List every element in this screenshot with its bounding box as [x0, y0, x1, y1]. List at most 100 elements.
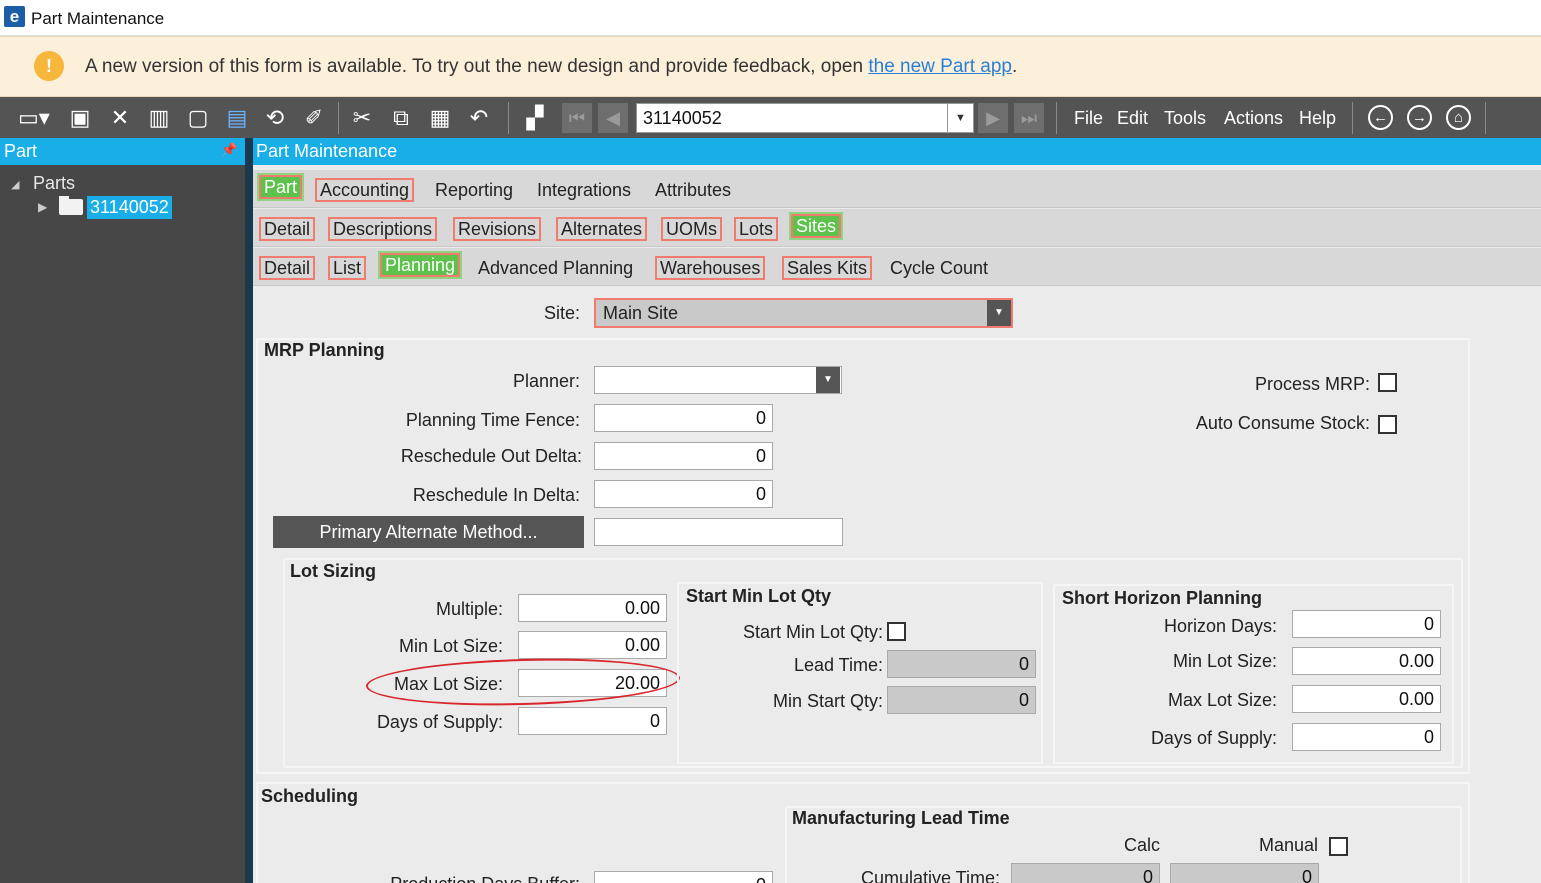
sh-max-lot-size-input[interactable]: 0.00 — [1292, 685, 1441, 713]
lead-time-label: Lead Time: — [793, 655, 883, 675]
process-mrp-checkbox[interactable] — [1378, 373, 1397, 392]
tab-part[interactable]: Part — [256, 173, 305, 201]
tab-uoms[interactable]: UOMs — [661, 217, 722, 241]
tab-row-2 — [253, 209, 1541, 247]
menu-tools[interactable]: Tools — [1164, 108, 1206, 129]
lot-days-of-supply-input[interactable]: 0 — [518, 707, 667, 735]
toolbar-separator — [1352, 102, 1353, 134]
banner-suffix: . — [1012, 56, 1018, 77]
reschedule-out-delta-label: Reschedule Out Delta: — [400, 446, 582, 466]
collapse-triangle-icon[interactable]: ◢ — [11, 178, 19, 191]
brush-icon[interactable]: ✐ — [300, 104, 328, 132]
start-min-lot-qty-checkbox[interactable] — [887, 622, 906, 641]
app-logo-icon: e — [4, 6, 25, 27]
toolbar-separator — [338, 102, 339, 134]
tab-cycle-count[interactable]: Cycle Count — [887, 256, 991, 280]
paste-icon[interactable]: ▦ — [426, 104, 454, 132]
new-part-app-link[interactable]: the new Part app — [868, 56, 1012, 77]
tab-alternates[interactable]: Alternates — [556, 217, 648, 241]
tree-panel — [0, 138, 245, 883]
multiple-label: Multiple: — [435, 599, 503, 619]
min-start-qty-input: 0 — [887, 686, 1036, 714]
menu-edit[interactable]: Edit — [1117, 108, 1148, 129]
reschedule-out-delta-input[interactable]: 0 — [594, 442, 773, 470]
planning-time-fence-input[interactable]: 0 — [594, 404, 773, 432]
tab-detail[interactable]: Detail — [259, 217, 316, 241]
toolbar-separator — [1056, 102, 1057, 134]
library-icon[interactable]: ▥ — [145, 104, 173, 132]
multiple-input[interactable]: 0.00 — [518, 594, 667, 622]
tab-descriptions[interactable]: Descriptions — [328, 217, 438, 241]
chevron-down-icon[interactable]: ▼ — [947, 104, 973, 132]
planner-combo[interactable] — [594, 366, 842, 394]
part-number-value: 31140052 — [643, 108, 722, 128]
tab-advanced-planning[interactable]: Advanced Planning — [475, 256, 636, 280]
min-lot-size-input[interactable]: 0.00 — [518, 631, 667, 659]
last-record-icon[interactable]: ⏭ — [1014, 103, 1044, 133]
process-mrp-label: Process MRP: — [1254, 374, 1370, 394]
delete-icon[interactable]: ✕ — [106, 104, 134, 132]
tree-node-selected-part[interactable]: 31140052 — [87, 196, 172, 219]
min-start-qty-label: Min Start Qty: — [772, 691, 883, 711]
save-icon[interactable]: ▣ — [66, 104, 94, 132]
manual-label: Manual — [1258, 835, 1318, 855]
panel-splitter[interactable] — [245, 138, 253, 883]
horizon-days-label: Horizon Days: — [1163, 616, 1277, 636]
site-value: Main Site — [603, 303, 679, 323]
chevron-down-icon[interactable]: ▼ — [987, 300, 1011, 326]
new-icon[interactable]: ▭▾ — [18, 104, 50, 132]
tab-sites[interactable]: Sites — [788, 212, 844, 240]
clear-icon[interactable]: ▢ — [184, 104, 212, 132]
toolbar-separator — [1485, 102, 1486, 134]
tab-lots[interactable]: Lots — [734, 217, 779, 241]
tab-site-list[interactable]: List — [328, 256, 367, 280]
manufacturing-lead-time-title: Manufacturing Lead Time — [792, 808, 1010, 828]
cut-icon[interactable]: ✂ — [348, 104, 376, 132]
mrp-planning-title: MRP Planning — [264, 340, 385, 360]
main-panel-title: Part Maintenance — [256, 141, 398, 161]
tab-attributes[interactable]: Attributes — [652, 178, 734, 202]
primary-alternate-method-input[interactable] — [594, 518, 843, 546]
sh-days-of-supply-input[interactable]: 0 — [1292, 723, 1441, 751]
home-icon[interactable]: ⌂ — [1446, 105, 1471, 130]
sh-max-lot-size-label: Max Lot Size: — [1167, 690, 1277, 710]
folder-icon — [59, 199, 83, 215]
calc-label: Calc — [1123, 835, 1160, 855]
undo-icon[interactable]: ↶ — [465, 104, 493, 132]
menu-actions[interactable]: Actions — [1224, 108, 1283, 129]
attachment-icon[interactable]: ▤ — [223, 104, 251, 132]
chevron-down-icon[interactable]: ▼ — [816, 367, 840, 393]
tree-panel-title: Part — [4, 141, 38, 161]
horizon-days-input[interactable]: 0 — [1292, 610, 1441, 638]
lot-sizing-title: Lot Sizing — [290, 561, 376, 581]
previous-record-icon[interactable]: ◀ — [598, 103, 628, 133]
menu-help[interactable]: Help — [1299, 108, 1336, 129]
copy-icon[interactable]: ⧉ — [387, 104, 415, 132]
tab-site-detail[interactable]: Detail — [259, 256, 316, 280]
tab-integrations[interactable]: Integrations — [534, 178, 634, 202]
production-days-buffer-label: Production Days Buffer: — [350, 874, 580, 883]
sh-min-lot-size-input[interactable]: 0.00 — [1292, 647, 1441, 675]
forward-icon[interactable]: → — [1407, 105, 1432, 130]
menu-file[interactable]: File — [1074, 108, 1103, 129]
binoculars-icon[interactable]: ▞ — [520, 104, 550, 132]
tab-planning[interactable]: Planning — [377, 251, 463, 279]
tab-accounting[interactable]: Accounting — [315, 178, 415, 202]
pin-icon[interactable]: 📌 — [221, 142, 237, 158]
expand-triangle-icon[interactable]: ▶ — [38, 200, 47, 214]
tab-sales-kits[interactable]: Sales Kits — [782, 256, 873, 280]
primary-alternate-method-button[interactable]: Primary Alternate Method... — [273, 516, 584, 548]
first-record-icon[interactable]: ⏮ — [562, 103, 592, 133]
manual-checkbox[interactable] — [1329, 837, 1348, 856]
reschedule-in-delta-input[interactable]: 0 — [594, 480, 773, 508]
tree-node-parts[interactable]: Parts — [33, 173, 75, 194]
back-icon[interactable]: ← — [1368, 105, 1393, 130]
tab-warehouses[interactable]: Warehouses — [655, 256, 766, 280]
tab-reporting[interactable]: Reporting — [432, 178, 516, 202]
refresh-icon[interactable]: ⟲ — [261, 104, 289, 132]
auto-consume-stock-checkbox[interactable] — [1378, 415, 1397, 434]
production-days-buffer-input[interactable]: 0 — [594, 871, 773, 883]
next-record-icon[interactable]: ▶ — [978, 103, 1008, 133]
tab-revisions[interactable]: Revisions — [453, 217, 542, 241]
auto-consume-stock-label: Auto Consume Stock: — [1195, 413, 1370, 433]
